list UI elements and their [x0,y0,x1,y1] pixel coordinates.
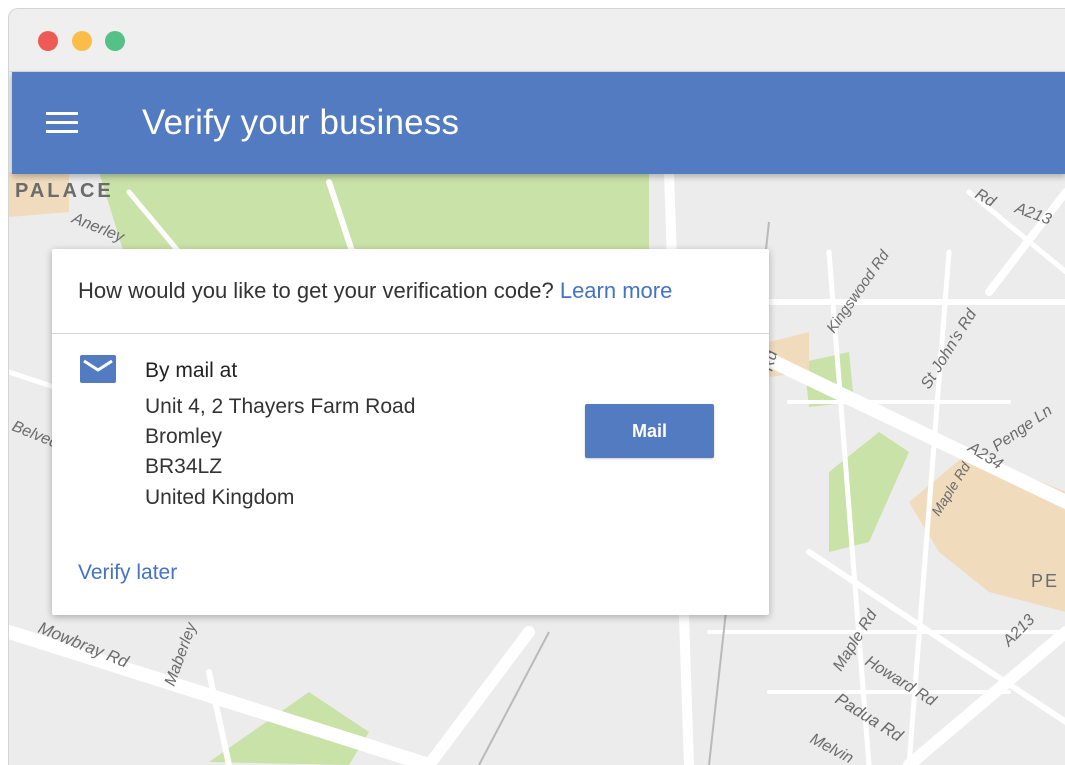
learn-more-link[interactable]: Learn more [560,278,673,303]
verification-question: How would you like to get your verificat… [78,277,672,305]
map-label: Melvin [807,731,856,765]
page-title: Verify your business [142,103,460,142]
close-window-button[interactable] [38,31,58,51]
maximize-window-button[interactable] [105,31,125,51]
app-bar: Verify your business [12,72,1065,174]
question-text: How would you like to get your verificat… [78,278,554,303]
map-label: St John's Rd [918,306,981,392]
map-label: Penge Ln [990,402,1056,455]
road [206,669,232,765]
address-line: Unit 4, 2 Thayers Farm Road [145,395,416,418]
park-area [829,432,909,552]
verify-later-link[interactable]: Verify later [78,560,177,586]
address-line: Bromley [145,425,223,448]
card-header: How would you like to get your verificat… [52,249,769,334]
mail-envelope-icon [80,355,116,383]
road [9,625,436,765]
address-line: BR34LZ [145,455,223,478]
map-label: PALACE [15,180,114,202]
minimize-window-button[interactable] [72,31,92,51]
hamburger-menu-icon[interactable] [46,112,78,134]
mail-button[interactable]: Mail [585,404,714,458]
verification-card: How would you like to get your verificat… [52,249,769,615]
map-label: Howard Rd [862,653,940,710]
map-label: Rd [972,186,999,211]
map-label: A213 [1012,199,1054,228]
browser-window: PALACE Anerley Belvedere Mowbray Rd Mabe… [8,8,1065,765]
map-label: Maberley [162,620,201,689]
map-label: PE [1031,571,1059,591]
mail-method-title: By mail at [145,359,238,382]
address-line: United Kingdom [145,486,295,509]
window-titlebar [9,9,1065,72]
